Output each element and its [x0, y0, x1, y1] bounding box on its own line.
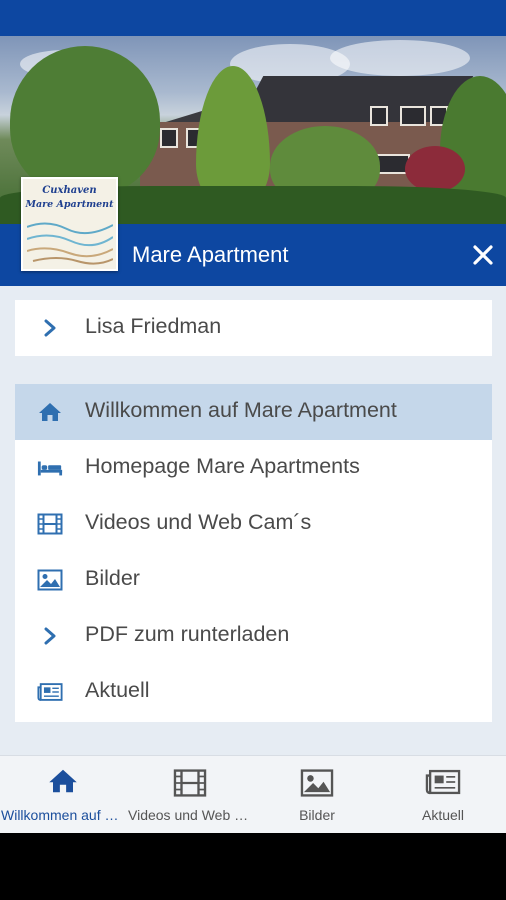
- drawer-content: Lisa Friedman Willkommen auf Mare Apartm…: [0, 286, 506, 755]
- menu-item-videos[interactable]: Videos und Web Cam´s: [15, 496, 492, 552]
- film-icon: [127, 768, 253, 800]
- image-icon: [254, 768, 380, 800]
- tab-label: Aktuell: [421, 807, 465, 823]
- tab-label: Videos und Web Cam´s: [128, 807, 253, 823]
- user-card: Lisa Friedman: [15, 300, 492, 356]
- tab-videos[interactable]: Videos und Web Cam´s: [127, 756, 253, 834]
- user-row[interactable]: Lisa Friedman: [15, 300, 492, 356]
- menu-item-label: Willkommen auf Mare Apartment: [85, 398, 397, 422]
- nav-menu: Willkommen auf Mare Apartment Homepage M…: [15, 384, 492, 722]
- bed-icon: [37, 456, 63, 480]
- tab-aktuell[interactable]: Aktuell: [380, 756, 506, 834]
- newspaper-icon: [380, 768, 506, 800]
- menu-item-label: Videos und Web Cam´s: [85, 510, 312, 534]
- logo-text-line1: Cuxhaven: [42, 185, 97, 196]
- app-logo: Cuxhaven Mare Apartment: [21, 177, 118, 271]
- menu-item-label: Bilder: [85, 566, 140, 590]
- film-icon: [37, 512, 63, 536]
- menu-item-label: Aktuell: [85, 678, 150, 702]
- tab-label: Bilder: [299, 807, 335, 823]
- menu-item-bilder[interactable]: Bilder: [15, 552, 492, 608]
- home-icon: [0, 768, 126, 800]
- app-title: Mare Apartment: [132, 242, 289, 267]
- user-name: Lisa Friedman: [85, 314, 222, 338]
- chevron-right-icon: [37, 316, 63, 340]
- tab-bilder[interactable]: Bilder: [254, 756, 380, 834]
- system-navigation-bar: [0, 833, 506, 900]
- menu-item-willkommen[interactable]: Willkommen auf Mare Apartment: [15, 384, 492, 440]
- image-icon: [37, 568, 63, 592]
- home-icon: [37, 400, 63, 424]
- menu-item-label: Homepage Mare Apartments: [85, 454, 360, 478]
- tab-label: Willkommen auf Mare Apartment: [1, 807, 126, 823]
- status-bar: [0, 0, 506, 36]
- chevron-right-icon: [37, 624, 63, 648]
- close-icon[interactable]: [470, 242, 496, 268]
- bottom-navigation: Willkommen auf Mare Apartment Videos und…: [0, 755, 506, 833]
- menu-item-label: PDF zum runterladen: [85, 622, 290, 646]
- menu-item-homepage[interactable]: Homepage Mare Apartments: [15, 440, 492, 496]
- tab-willkommen[interactable]: Willkommen auf Mare Apartment: [0, 756, 126, 834]
- newspaper-icon: [37, 680, 63, 704]
- logo-text-line2: Mare Apartment: [25, 199, 114, 210]
- menu-item-pdf[interactable]: PDF zum runterladen: [15, 608, 492, 664]
- menu-item-aktuell[interactable]: Aktuell: [15, 664, 492, 720]
